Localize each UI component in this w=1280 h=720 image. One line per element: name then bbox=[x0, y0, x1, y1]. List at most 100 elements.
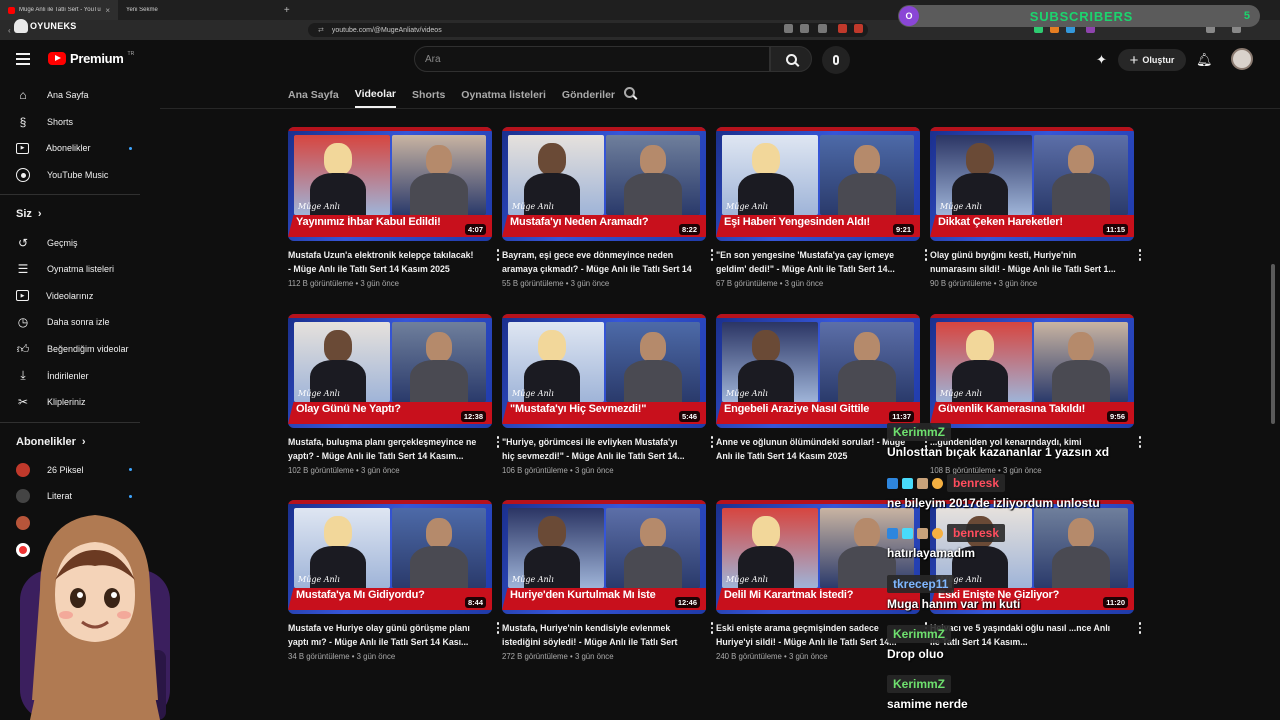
close-tab-icon[interactable]: × bbox=[105, 6, 110, 15]
new-tab-plus-icon[interactable]: + bbox=[284, 5, 290, 16]
sidebar-item-downloads[interactable]: ⤓ İndirilenler bbox=[0, 362, 156, 389]
thumbnail-banner-text: Olay Günü Ne Yaptı? bbox=[296, 403, 401, 415]
video-thumbnail[interactable]: Müge Anlı Olay Günü Ne Yaptı? 12:38 bbox=[288, 314, 492, 428]
video-title[interactable]: Mustafa, buluşma planı gerçekleşmeyince … bbox=[288, 436, 478, 463]
new-content-dot bbox=[129, 146, 132, 150]
more-options-icon[interactable] bbox=[924, 249, 928, 261]
more-options-icon[interactable] bbox=[1138, 436, 1142, 448]
tab-videos[interactable]: Videolar bbox=[354, 82, 397, 108]
video-thumbnail[interactable]: Müge Anlı "Mustafa'yı Hiç Sevmezdi!" 5:46 bbox=[502, 314, 706, 428]
video-card[interactable]: Müge Anlı Eski Enişte Ne Gizliyor? 11:20 He… bbox=[930, 500, 1142, 652]
video-card[interactable]: Müge Anlı "Mustafa'yı Hiç Sevmezdi!" 5:46 "… bbox=[502, 314, 714, 475]
more-options-icon[interactable] bbox=[710, 249, 714, 261]
more-options-icon[interactable] bbox=[710, 436, 714, 448]
show-logo: Müge Anlı bbox=[512, 202, 554, 211]
thumbnail-banner-text: Yayınımız İhbar Kabul Edildi! bbox=[296, 216, 441, 228]
video-thumbnail[interactable]: Müge Anlı Huriye'den Kurtulmak Mı İste 12:… bbox=[502, 500, 706, 614]
tab-shorts[interactable]: Shorts bbox=[412, 82, 445, 108]
tab-home[interactable]: Ana Sayfa bbox=[288, 82, 339, 108]
extension-icon[interactable] bbox=[838, 24, 847, 33]
create-button[interactable]: + Oluştur bbox=[1118, 49, 1186, 71]
badge-icon bbox=[917, 527, 928, 539]
sidebar-item-history[interactable]: ↺ Geçmiş bbox=[0, 229, 156, 256]
video-card[interactable]: Müge Anlı Mustafa'yı Neden Aramadı? 8:22 Ba… bbox=[502, 127, 714, 288]
video-title[interactable]: Helvacı ve 5 yaşındaki oğlu nasıl ...nce… bbox=[930, 622, 1120, 649]
premium-sparkle-icon[interactable]: ✦ bbox=[1096, 52, 1107, 68]
page-scrollbar[interactable] bbox=[1271, 264, 1275, 424]
more-options-icon[interactable] bbox=[710, 622, 714, 634]
channel-search-button[interactable] bbox=[624, 87, 635, 98]
sidebar-item-home[interactable]: ⌂ Ana Sayfa bbox=[0, 82, 156, 109]
video-thumbnail[interactable]: Müge Anlı Engebeli Araziye Nasıl Gittile 1… bbox=[716, 314, 920, 428]
microphone-icon bbox=[833, 55, 839, 65]
sidebar-subscriptions-heading[interactable]: Abonelikler › bbox=[0, 427, 156, 457]
hamburger-menu-icon[interactable] bbox=[16, 53, 30, 68]
url-text: youtube.com/@MugeAnliatv/videos bbox=[331, 26, 442, 34]
sidebar-item-playlists[interactable]: ☰ Oynatma listeleri bbox=[0, 256, 156, 283]
sidebar-item-youtube-music[interactable]: YouTube Music bbox=[0, 162, 156, 189]
sidebar-item-subscriptions[interactable]: ▶ Abonelikler bbox=[0, 135, 156, 162]
voice-search-button[interactable] bbox=[822, 46, 850, 74]
bell-icon[interactable]: 🔔︎ bbox=[1196, 52, 1213, 68]
sidebar-you-heading[interactable]: Siz › bbox=[0, 199, 156, 229]
video-thumbnail[interactable]: Müge Anlı Mustafa'ya Mı Gidiyordu? 8:44 bbox=[288, 500, 492, 614]
video-thumbnail[interactable]: Müge Anlı Eşi Haberi Yengesinden Aldı! 9:2… bbox=[716, 127, 920, 241]
video-title[interactable]: Anne ve oğlunun ölümündeki sorular! - Mü… bbox=[716, 436, 906, 463]
video-card[interactable]: Müge Anlı Engebeli Araziye Nasıl Gittile 1… bbox=[716, 314, 928, 466]
video-title[interactable]: Mustafa, Huriye'nin kendisiyle evlenmek … bbox=[502, 622, 692, 649]
video-card[interactable]: Müge Anlı Yayınımız İhbar Kabul Edildi! 4:… bbox=[288, 127, 500, 288]
video-title[interactable]: "En son yengesine 'Mustafa'ya çay içmeye… bbox=[716, 249, 906, 276]
video-thumbnail[interactable]: Müge Anlı Dikkat Çeken Hareketler! 11:15 bbox=[930, 127, 1134, 241]
show-logo: Müge Anlı bbox=[726, 202, 768, 211]
video-thumbnail[interactable]: Müge Anlı Güvenlik Kamerasına Takıldı! 9:5… bbox=[930, 314, 1134, 428]
tab-playlists[interactable]: Oynatma listeleri bbox=[461, 82, 546, 108]
tab-posts[interactable]: Gönderiler bbox=[562, 82, 615, 108]
search-input[interactable]: Ara bbox=[414, 46, 770, 72]
chat-username: KerimmZ bbox=[887, 423, 952, 441]
video-title[interactable]: Bayram, eşi gece eve dönmeyince neden ar… bbox=[502, 249, 692, 276]
browser-tab-new[interactable]: Yeni Sekme bbox=[118, 0, 166, 20]
video-thumbnail[interactable]: Müge Anlı Mustafa'yı Neden Aramadı? 8:22 bbox=[502, 127, 706, 241]
chevron-right-icon: › bbox=[37, 208, 42, 221]
brave-icon[interactable] bbox=[854, 24, 863, 33]
video-title[interactable]: Eski enişte arama geçmişinden sadece Hur… bbox=[716, 622, 906, 649]
video-card[interactable]: Müge Anlı Mustafa'ya Mı Gidiyordu? 8:44 Mus… bbox=[288, 500, 500, 661]
video-title[interactable]: "Huriye, görümcesi ile evliyken Mustafa'… bbox=[502, 436, 692, 463]
video-title[interactable]: Mustafa ve Huriye olay günü görüşme plan… bbox=[288, 622, 478, 649]
video-thumbnail[interactable]: Müge Anlı Yayınımız İhbar Kabul Edildi! 4:… bbox=[288, 127, 492, 241]
site-info-icon[interactable]: ⇄ bbox=[318, 26, 324, 34]
sidebar-item-label: 26 Piksel bbox=[47, 464, 84, 475]
sidebar-item-liked-videos[interactable]: 👍︎ Beğendiğim videolar bbox=[0, 336, 156, 363]
subscribers-count: 5 bbox=[1243, 10, 1250, 22]
more-options-icon[interactable] bbox=[496, 436, 500, 448]
account-avatar[interactable] bbox=[1231, 48, 1253, 70]
more-options-icon[interactable] bbox=[1138, 622, 1142, 634]
video-card[interactable]: Müge Anlı Dikkat Çeken Hareketler! 11:15 Ol… bbox=[930, 127, 1142, 288]
video-card[interactable]: Müge Anlı Olay Günü Ne Yaptı? 12:38 Mustafa… bbox=[288, 314, 500, 475]
sidebar-item-shorts[interactable]: § Shorts bbox=[0, 109, 156, 136]
zoom-icon[interactable] bbox=[800, 24, 809, 33]
video-card[interactable]: Müge Anlı Eşi Haberi Yengesinden Aldı! 9:2… bbox=[716, 127, 928, 288]
sidebar-item-label: Klipleriniz bbox=[47, 397, 86, 408]
show-logo: Müge Anlı bbox=[726, 575, 768, 584]
more-options-icon[interactable] bbox=[496, 249, 500, 261]
video-title[interactable]: Olay günü bıyığını kesti, Huriye'nin num… bbox=[930, 249, 1120, 276]
sidebar-item-your-videos[interactable]: ▶ Videolarınız bbox=[0, 283, 156, 310]
more-options-icon[interactable] bbox=[1138, 249, 1142, 261]
sidebar-item-label: İndirilenler bbox=[47, 370, 89, 381]
sidebar-item-watch-later[interactable]: ◷ Daha sonra izle bbox=[0, 309, 156, 336]
video-title[interactable]: Mustafa Uzun'a elektronik kelepçe takıla… bbox=[288, 249, 478, 276]
playlists-icon: ☰ bbox=[17, 262, 29, 277]
search-button[interactable] bbox=[770, 46, 812, 72]
browser-tab-title: Müge Anlı ile Tatlı Sert - YouTube bbox=[19, 7, 102, 13]
more-options-icon[interactable] bbox=[496, 622, 500, 634]
screenshot-icon[interactable] bbox=[784, 24, 793, 33]
video-card[interactable]: Müge Anlı Huriye'den Kurtulmak Mı İste 12:… bbox=[502, 500, 714, 661]
chevron-right-icon: › bbox=[81, 435, 86, 448]
youtube-premium-logo[interactable]: Premium TR bbox=[48, 51, 134, 66]
sidebar-item-label: Abonelikler bbox=[46, 143, 91, 154]
sidebar-item-clips[interactable]: ✂ Klipleriniz bbox=[0, 389, 156, 416]
back-arrow-icon[interactable]: ‹ bbox=[8, 26, 11, 35]
share-icon[interactable] bbox=[818, 24, 827, 33]
sidebar-channel-26-piksel[interactable]: 26 Piksel bbox=[0, 457, 156, 484]
